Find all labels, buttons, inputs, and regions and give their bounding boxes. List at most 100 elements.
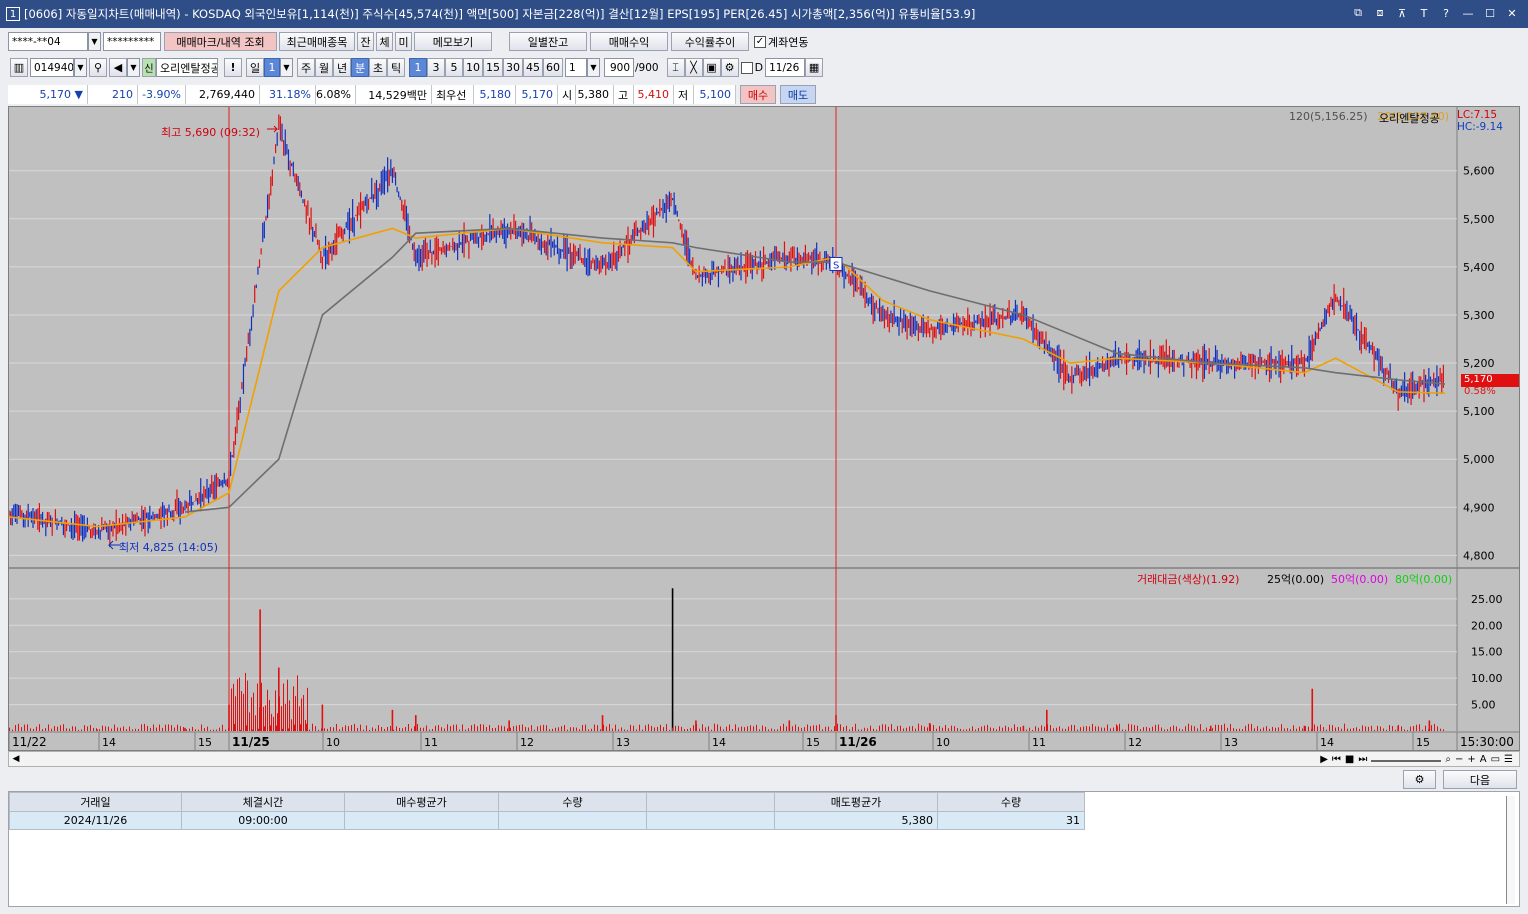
indicator-icon[interactable]: ⌶ (666, 58, 685, 77)
zoom-icon[interactable]: ⌕ (1445, 754, 1451, 765)
volume-bar (1260, 728, 1261, 731)
volume-bar (378, 725, 379, 731)
high-arrow-icon (267, 125, 279, 133)
volume-bar (279, 696, 280, 731)
volume-bar (835, 715, 837, 731)
volume-bar (1005, 725, 1006, 731)
chart-area[interactable]: 5,600 5,500 5,400 5,300 5,200 5,100 5,000 4,900… (8, 106, 1520, 751)
account-dropdown[interactable]: ▼ (88, 32, 101, 51)
balance-button[interactable]: 잔 (357, 32, 374, 51)
executed-button[interactable]: 체 (376, 32, 393, 51)
volume-bar (333, 727, 334, 731)
interval-15-button[interactable]: 15 (483, 58, 503, 77)
sell-button[interactable]: 매도 (780, 85, 816, 104)
pin-icon[interactable]: ⊼ (1394, 5, 1410, 21)
stock-code-dropdown[interactable]: ▼ (74, 58, 87, 77)
help-icon[interactable]: ? (1438, 5, 1454, 21)
day-button[interactable]: 일 (246, 58, 264, 77)
turnover: 6.08% (316, 85, 356, 104)
buy-button[interactable]: 매수 (740, 85, 776, 104)
interval-dropdown[interactable]: ▼ (587, 58, 600, 77)
tick-button[interactable]: 틱 (387, 58, 405, 77)
recent-trades-button[interactable]: 최근매매종목 (279, 32, 355, 51)
volume-bar (987, 724, 988, 731)
count-input[interactable]: 900 (604, 58, 634, 77)
password-field[interactable]: ********* (103, 32, 161, 51)
week-button[interactable]: 주 (297, 58, 315, 77)
trade-profit-button[interactable]: 매매수익 (590, 32, 668, 51)
volume-bar (969, 728, 970, 731)
grid-scrollbar[interactable] (1506, 796, 1515, 904)
gear-icon[interactable]: ⚙ (720, 58, 739, 77)
minimize-icon[interactable]: — (1460, 5, 1476, 21)
volume-bar (669, 729, 670, 731)
interval-1-button[interactable]: 1 (409, 58, 427, 77)
alert-button[interactable]: ! (224, 58, 242, 77)
date-field[interactable]: 11/26 (765, 58, 806, 77)
month-button[interactable]: 월 (315, 58, 333, 77)
volume-bar (1131, 724, 1132, 731)
volume-bar (771, 728, 772, 731)
interval-5-button[interactable]: 5 (445, 58, 463, 77)
maximize-icon[interactable]: ☐ (1482, 5, 1498, 21)
volume-bar (399, 727, 400, 731)
speed-slider[interactable] (1371, 756, 1442, 762)
minute-button[interactable]: 분 (351, 58, 369, 77)
settings-icon[interactable]: ⚙ (1403, 770, 1436, 789)
daily-balance-button[interactable]: 일별잔고 (509, 32, 587, 51)
volume-bar (1356, 727, 1357, 731)
speaker-dropdown[interactable]: ▼ (127, 58, 140, 77)
second-button[interactable]: 초 (369, 58, 387, 77)
close-icon[interactable]: ✕ (1504, 5, 1520, 21)
text-tool-icon[interactable]: A (1480, 754, 1487, 765)
tile-icon[interactable]: ⧈ (1372, 5, 1388, 21)
account-field[interactable]: ****-**04 (8, 32, 88, 51)
volume-bar (156, 727, 157, 731)
next-button[interactable]: 다음 (1443, 770, 1517, 789)
profit-rate-button[interactable]: 수익률추이 (671, 32, 749, 51)
scroll-right-icon[interactable]: ▶ (1320, 754, 1328, 765)
table-row[interactable]: 2024/11/26 09:00:00 5,380 31 (9, 811, 1085, 830)
volume-bar (879, 725, 880, 731)
account-link-toggle[interactable]: ✓ 계좌연동 (754, 34, 808, 50)
interval-60-button[interactable]: 60 (543, 58, 563, 77)
interval-input[interactable]: 1 (565, 58, 587, 77)
list-icon[interactable]: ☰ (1504, 754, 1513, 765)
font-icon[interactable]: T (1416, 5, 1432, 21)
stock-name-field[interactable]: 오리엔탈정공 (156, 58, 218, 77)
scroll-left-icon[interactable]: ◀ (9, 754, 23, 764)
bar-type-icon[interactable]: ▭ (1491, 754, 1500, 765)
year-button[interactable]: 년 (333, 58, 351, 77)
save-icon[interactable]: ▣ (702, 58, 721, 77)
day-count-dropdown[interactable]: ▼ (280, 58, 293, 77)
stop-icon[interactable]: ■ (1345, 754, 1354, 765)
trade-mark-button[interactable]: 매매마크/내역 조회 (164, 32, 277, 51)
drawing-icon[interactable]: ╳ (684, 58, 703, 77)
interval-3-button[interactable]: 3 (427, 58, 445, 77)
volume-bar (1068, 726, 1069, 731)
calendar-icon[interactable]: ▦ (805, 58, 824, 77)
interval-45-button[interactable]: 45 (523, 58, 543, 77)
zoom-out-icon[interactable]: − (1455, 754, 1463, 765)
volume-bar (540, 725, 541, 731)
interval-10-button[interactable]: 10 (463, 58, 483, 77)
date-checkbox[interactable] (740, 61, 753, 74)
account-link-checkbox[interactable]: ✓ (754, 35, 766, 48)
day-count-field[interactable]: 1 (264, 58, 280, 77)
volume-bar (168, 724, 169, 731)
interval-30-button[interactable]: 30 (503, 58, 523, 77)
play-icon[interactable]: ⏭ (1358, 754, 1367, 765)
restore-icon[interactable]: ⧉ (1350, 5, 1366, 21)
zoom-in-icon[interactable]: + (1467, 754, 1475, 765)
volume-bar (1101, 727, 1102, 731)
unexecuted-button[interactable]: 미 (395, 32, 412, 51)
chart-scrollbar[interactable]: ◀ ▶ ⏮ ■ ⏭ ⌕ − + A ▭ ☰ (8, 751, 1520, 767)
stock-code-field[interactable]: 014940 (30, 58, 74, 77)
layout-icon[interactable]: ▥ (10, 58, 28, 77)
first-icon[interactable]: ⏮ (1332, 754, 1341, 765)
search-icon[interactable]: ⚲ (89, 58, 107, 77)
speaker-icon[interactable]: ◀ (109, 58, 127, 77)
memo-button[interactable]: 메모보기 (414, 32, 492, 51)
volume-bar (792, 726, 793, 731)
volume-bar (876, 729, 877, 731)
